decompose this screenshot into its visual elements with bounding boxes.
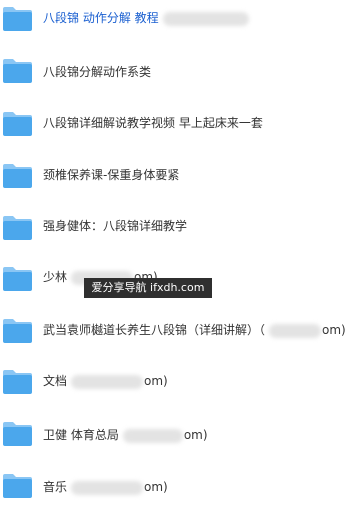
folder-name: 颈椎保养课-保重身体要紧 (43, 168, 180, 182)
folder-row-2[interactable]: 八段锦分解动作系类 (0, 50, 351, 100)
folder-name: 八段锦 动作分解 教程 (43, 9, 250, 27)
folder-icon (2, 6, 33, 32)
folder-name: 卫健 体育总局 om) (43, 428, 208, 443)
redacted-text (71, 480, 144, 495)
folder-row-8[interactable]: 文档 om) (0, 361, 351, 411)
folder-row-7[interactable]: 武当袁师樾道长养生八段锦（详细讲解）（ om) (0, 310, 351, 360)
folder-icon (2, 369, 33, 395)
redacted-text (122, 428, 183, 443)
folder-icon (2, 318, 33, 344)
redacted-text (71, 374, 144, 389)
folder-name: 文档 om) (43, 374, 168, 389)
folder-icon (2, 473, 33, 499)
redacted-text (162, 11, 249, 26)
folder-icon (2, 163, 33, 189)
folder-row-5[interactable]: 强身健体：八段锦详细教学 (0, 207, 351, 257)
folder-icon (2, 58, 33, 84)
folder-list: 八段锦 动作分解 教程 八段锦分解动作系类 八段锦详细解说教学视频 早上起床来一… (0, 0, 351, 508)
folder-name: 强身健体：八段锦详细教学 (43, 219, 188, 233)
folder-name: 八段锦分解动作系类 (43, 65, 152, 79)
folder-name: 八段锦详细解说教学视频 早上起床来一套 (43, 116, 263, 130)
redacted-text (269, 323, 322, 338)
folder-row-4[interactable]: 颈椎保养课-保重身体要紧 (0, 155, 351, 205)
folder-row-1[interactable]: 八段锦 动作分解 教程 (0, 0, 351, 50)
folder-icon (2, 215, 33, 241)
folder-name: 武当袁师樾道长养生八段锦（详细讲解）（ om) (43, 323, 346, 338)
folder-row-3[interactable]: 八段锦详细解说教学视频 早上起床来一套 (0, 103, 351, 153)
folder-name: 音乐 om) (43, 480, 168, 495)
folder-icon (2, 421, 33, 447)
folder-icon (2, 266, 33, 292)
folder-icon (2, 111, 33, 137)
watermark: 爱分享导航 ifxdh.com (84, 278, 212, 298)
folder-row-9[interactable]: 卫健 体育总局 om) (0, 413, 351, 463)
